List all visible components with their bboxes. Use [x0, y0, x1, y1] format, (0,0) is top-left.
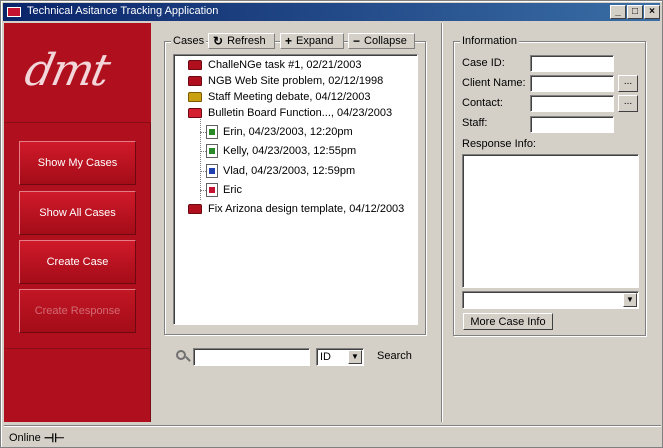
tree-item-label: Bulletin Board Function..., 04/23/2003 — [208, 107, 393, 119]
tree-connector — [200, 111, 201, 200]
response-info-textarea[interactable] — [462, 154, 639, 288]
collapse-button[interactable]: − Collapse — [348, 33, 415, 49]
status-bar: Online ⊣⊢ — [4, 425, 661, 445]
expand-label: Expand — [296, 35, 334, 47]
plus-icon: + — [285, 34, 293, 48]
tree-item-label: Staff Meeting debate, 04/12/2003 — [208, 91, 371, 103]
show-my-cases-button[interactable]: Show My Cases — [19, 141, 136, 185]
tree-item-label: Erin, 04/23/2003, 12:20pm — [223, 126, 353, 138]
maximize-button[interactable]: □ — [627, 5, 643, 19]
folder-icon — [188, 76, 202, 86]
tree-child-item[interactable]: Kelly, 04/23/2003, 12:55pm — [206, 143, 356, 159]
show-all-cases-button[interactable]: Show All Cases — [19, 191, 136, 235]
case-id-label: Case ID: — [462, 57, 505, 69]
cases-tree[interactable]: ChalleNGe task #1, 02/21/2003 NGB Web Si… — [173, 54, 418, 325]
folder-icon — [188, 60, 202, 70]
tree-item[interactable]: ChalleNGe task #1, 02/21/2003 — [188, 57, 362, 73]
cases-legend: Cases — [171, 35, 207, 47]
search-input[interactable] — [193, 348, 310, 366]
tree-item-label: NGB Web Site problem, 02/12/1998 — [208, 75, 384, 87]
search-button[interactable]: Search — [377, 350, 412, 362]
chevron-down-icon[interactable]: ▼ — [348, 350, 362, 364]
alert-folder-icon — [188, 204, 202, 214]
tree-item[interactable]: Fix Arizona design template, 04/12/2003 — [188, 201, 404, 217]
sidebar-button-area: Show My Cases Show All Cases Create Case… — [4, 123, 151, 349]
refresh-label: Refresh — [227, 35, 266, 47]
search-field-value: ID — [320, 351, 331, 363]
create-case-button[interactable]: Create Case — [19, 240, 136, 284]
app-window: Technical Asitance Tracking Application … — [0, 0, 663, 448]
title-bar[interactable]: Technical Asitance Tracking Application … — [3, 3, 660, 21]
search-field-select[interactable]: ID ▼ — [316, 348, 364, 366]
create-response-button[interactable]: Create Response — [19, 289, 136, 333]
response-doc-icon — [206, 164, 218, 178]
locked-folder-icon — [188, 92, 202, 102]
contact-browse-button[interactable]: ... — [618, 95, 638, 112]
status-label: Online — [9, 432, 41, 444]
search-icon — [176, 350, 186, 360]
tree-item-label: Vlad, 04/23/2003, 12:59pm — [223, 165, 356, 177]
tree-item-label: Fix Arizona design template, 04/12/2003 — [208, 203, 405, 215]
draft-doc-icon — [206, 183, 218, 197]
client-name-field[interactable] — [530, 75, 614, 92]
refresh-icon: ↻ — [213, 34, 224, 48]
response-doc-icon — [206, 125, 218, 139]
collapse-label: Collapse — [364, 35, 407, 47]
client-browse-button[interactable]: ... — [618, 75, 638, 92]
response-info-label: Response Info: — [462, 138, 536, 150]
tree-item[interactable]: Bulletin Board Function..., 04/23/2003 — [188, 105, 392, 121]
more-case-info-button[interactable]: More Case Info — [463, 313, 553, 330]
staff-field[interactable] — [530, 116, 614, 133]
window-title: Technical Asitance Tracking Application — [27, 5, 219, 17]
tree-child-item[interactable]: Erin, 04/23/2003, 12:20pm — [206, 124, 353, 140]
tree-child-item[interactable]: Vlad, 04/23/2003, 12:59pm — [206, 163, 355, 179]
tree-item-label: Kelly, 04/23/2003, 12:55pm — [223, 145, 357, 157]
logo: dmt — [4, 23, 151, 123]
open-folder-icon — [188, 108, 202, 118]
tree-item-label: Eric — [223, 184, 242, 196]
client-name-label: Client Name: — [462, 77, 526, 89]
minimize-button[interactable]: _ — [610, 5, 626, 19]
sidebar: dmt Show My Cases Show All Cases Create … — [4, 23, 151, 422]
information-legend: Information — [460, 35, 520, 47]
logo-text: dmt — [20, 45, 113, 96]
case-id-field[interactable] — [530, 55, 614, 72]
expand-button[interactable]: + Expand — [280, 33, 344, 49]
staff-label: Staff: — [462, 117, 488, 129]
close-button[interactable]: × — [644, 5, 660, 19]
minus-icon: − — [353, 34, 361, 48]
tree-item[interactable]: NGB Web Site problem, 02/12/1998 — [188, 73, 383, 89]
response-doc-icon — [206, 144, 218, 158]
connection-status: Online ⊣⊢ — [9, 431, 65, 445]
tree-item-label: ChalleNGe task #1, 02/21/2003 — [208, 59, 362, 71]
app-icon — [7, 7, 21, 17]
panel-divider — [441, 23, 443, 422]
tree-child-item[interactable]: Eric — [206, 182, 242, 198]
contact-label: Contact: — [462, 97, 503, 109]
refresh-button[interactable]: ↻ Refresh — [208, 33, 275, 49]
response-select[interactable]: ▼ — [462, 291, 639, 309]
chevron-down-icon[interactable]: ▼ — [623, 293, 637, 307]
contact-field[interactable] — [530, 95, 614, 112]
plug-icon: ⊣⊢ — [43, 431, 65, 445]
tree-item[interactable]: Staff Meeting debate, 04/12/2003 — [188, 89, 370, 105]
search-icon-handle — [185, 356, 191, 362]
